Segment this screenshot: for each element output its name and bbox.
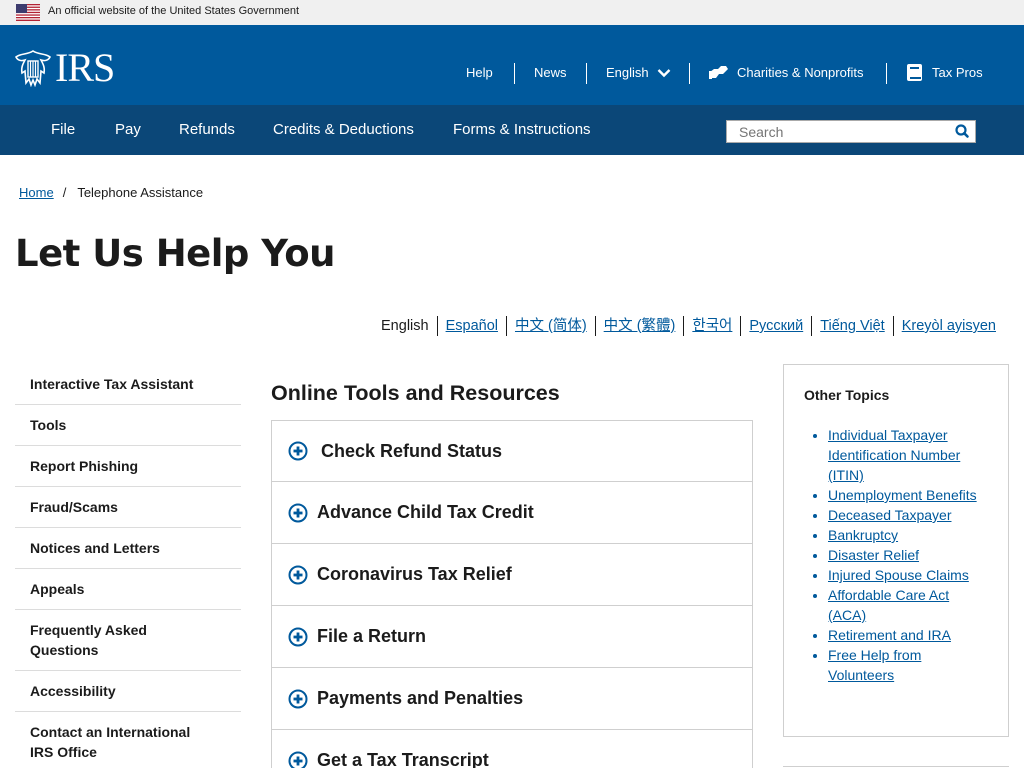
sidebar-item-appeals[interactable]: Appeals xyxy=(15,569,241,610)
logo-text: IRS xyxy=(55,45,115,90)
list-item: Injured Spouse Claims xyxy=(828,565,988,585)
search-button[interactable] xyxy=(953,123,973,140)
topic-link-retirement[interactable]: Retirement and IRA xyxy=(828,627,951,643)
language-selector[interactable]: English xyxy=(606,65,671,80)
lang-haitian-creole[interactable]: Kreyòl ayisyen xyxy=(892,316,1004,336)
nav-divider xyxy=(689,63,690,84)
nav-charities[interactable]: Charities & Nonprofits xyxy=(709,63,863,81)
topic-link-bankruptcy[interactable]: Bankruptcy xyxy=(828,527,898,543)
sidebar-item-accessibility[interactable]: Accessibility xyxy=(15,671,241,712)
breadcrumb: Home / Telephone Assistance xyxy=(19,185,203,200)
language-bar: English Español 中文 (简体) 中文 (繁體) 한국어 Русс… xyxy=(373,315,1004,337)
sidebar-item-faq[interactable]: Frequently Asked Questions xyxy=(15,610,241,671)
accordion-item-tax-transcript[interactable]: Get a Tax Transcript xyxy=(271,730,753,768)
handshake-icon xyxy=(709,66,728,79)
gov-banner-text: An official website of the United States… xyxy=(48,5,300,17)
accordion-item-payments-penalties[interactable]: Payments and Penalties xyxy=(271,668,753,730)
topic-link-itin[interactable]: Individual Taxpayer Identification Numbe… xyxy=(828,427,960,483)
accordion-label: Get a Tax Transcript xyxy=(317,750,489,768)
search-icon xyxy=(955,124,969,138)
plus-circle-icon xyxy=(288,565,308,584)
accordion-item-child-tax-credit[interactable]: Advance Child Tax Credit xyxy=(271,482,753,544)
language-selector-label: English xyxy=(606,65,649,80)
other-topics-panel: Other Topics Individual Taxpayer Identif… xyxy=(783,364,1009,737)
lang-korean[interactable]: 한국어 xyxy=(683,316,740,336)
sidebar-item-international-office[interactable]: Contact an International IRS Office xyxy=(15,712,241,768)
sidebar-item-tools[interactable]: Tools xyxy=(15,405,241,446)
plus-circle-icon xyxy=(288,441,308,461)
plus-circle-icon xyxy=(288,689,308,708)
accordion-label: Payments and Penalties xyxy=(317,688,524,708)
nav-divider xyxy=(586,63,587,84)
search-box xyxy=(726,120,976,143)
list-item: Bankruptcy xyxy=(828,525,988,545)
site-header: IRS Help News English Charities & Nonpro… xyxy=(0,25,1024,105)
accordion-label: Advance Child Tax Credit xyxy=(317,502,534,522)
list-item: Retirement and IRA xyxy=(828,625,988,645)
accordion-item-coronavirus[interactable]: Coronavirus Tax Relief xyxy=(271,544,753,606)
page-title: Let Us Help You xyxy=(15,232,335,275)
lang-chinese-traditional[interactable]: 中文 (繁體) xyxy=(594,316,684,336)
main-nav-pay[interactable]: Pay xyxy=(115,121,141,138)
nav-charities-label: Charities & Nonprofits xyxy=(737,64,864,80)
topic-link-free-help[interactable]: Free Help from Volunteers xyxy=(828,647,921,683)
irs-eagle-logo xyxy=(14,50,52,87)
topic-link-disaster[interactable]: Disaster Relief xyxy=(828,547,919,563)
book-icon xyxy=(907,64,922,81)
nav-tax-pros-label: Tax Pros xyxy=(932,65,983,80)
accordion: Check Refund Status Advance Child Tax Cr… xyxy=(271,420,753,768)
plus-circle-icon xyxy=(288,627,308,646)
plus-circle-icon xyxy=(288,503,308,522)
topic-link-deceased[interactable]: Deceased Taxpayer xyxy=(828,507,951,523)
sidebar-item-interactive-tax-assistant[interactable]: Interactive Tax Assistant xyxy=(15,364,241,405)
search-input[interactable] xyxy=(727,121,947,142)
list-item: Free Help from Volunteers xyxy=(828,645,988,685)
main-nav-file[interactable]: File xyxy=(51,121,75,138)
accordion-item-check-refund[interactable]: Check Refund Status xyxy=(271,420,753,482)
breadcrumb-home[interactable]: Home xyxy=(19,185,54,200)
sidebar: Interactive Tax Assistant Tools Report P… xyxy=(15,364,241,768)
breadcrumb-separator: / xyxy=(62,185,67,200)
accordion-label: Coronavirus Tax Relief xyxy=(317,564,512,584)
us-flag-icon xyxy=(16,4,40,21)
section-title: Online Tools and Resources xyxy=(271,381,560,405)
nav-divider xyxy=(514,63,515,84)
topic-link-unemployment[interactable]: Unemployment Benefits xyxy=(828,487,977,503)
accordion-item-file-return[interactable]: File a Return xyxy=(271,606,753,668)
list-item: Individual Taxpayer Identification Numbe… xyxy=(828,425,988,485)
lang-english: English xyxy=(381,318,429,334)
list-item: Unemployment Benefits xyxy=(828,485,988,505)
lang-chinese-simplified[interactable]: 中文 (简体) xyxy=(505,316,595,336)
main-nav-credits[interactable]: Credits & Deductions xyxy=(273,121,414,138)
main-nav-forms[interactable]: Forms & Instructions xyxy=(453,121,591,138)
sidebar-item-fraud-scams[interactable]: Fraud/Scams xyxy=(15,487,241,528)
list-item: Affordable Care Act (ACA) xyxy=(828,585,988,625)
topic-link-injured-spouse[interactable]: Injured Spouse Claims xyxy=(828,567,969,583)
nav-tax-pros[interactable]: Tax Pros xyxy=(906,63,983,82)
lang-russian[interactable]: Русский xyxy=(740,316,811,336)
accordion-label: Check Refund Status xyxy=(321,440,503,461)
breadcrumb-current: Telephone Assistance xyxy=(77,185,204,200)
list-item: Disaster Relief xyxy=(828,545,988,565)
topic-link-aca[interactable]: Affordable Care Act (ACA) xyxy=(828,587,949,623)
other-topics-title: Other Topics xyxy=(804,387,890,403)
list-item: Deceased Taxpayer xyxy=(828,505,988,525)
main-nav-refunds[interactable]: Refunds xyxy=(179,121,235,138)
irs-logo[interactable]: IRS xyxy=(13,45,115,90)
accordion-label: File a Return xyxy=(317,626,427,646)
chevron-down-icon xyxy=(657,68,670,77)
nav-divider xyxy=(886,63,887,84)
nav-help[interactable]: Help xyxy=(466,65,493,80)
gov-banner: An official website of the United States… xyxy=(0,0,1024,25)
plus-circle-icon xyxy=(288,751,308,768)
lang-espanol[interactable]: Español xyxy=(436,316,506,336)
sidebar-item-notices-letters[interactable]: Notices and Letters xyxy=(15,528,241,569)
lang-vietnamese[interactable]: Tiếng Việt xyxy=(811,316,893,336)
nav-news[interactable]: News xyxy=(534,65,567,80)
other-topics-list: Individual Taxpayer Identification Numbe… xyxy=(804,425,988,685)
sidebar-item-report-phishing[interactable]: Report Phishing xyxy=(15,446,241,487)
